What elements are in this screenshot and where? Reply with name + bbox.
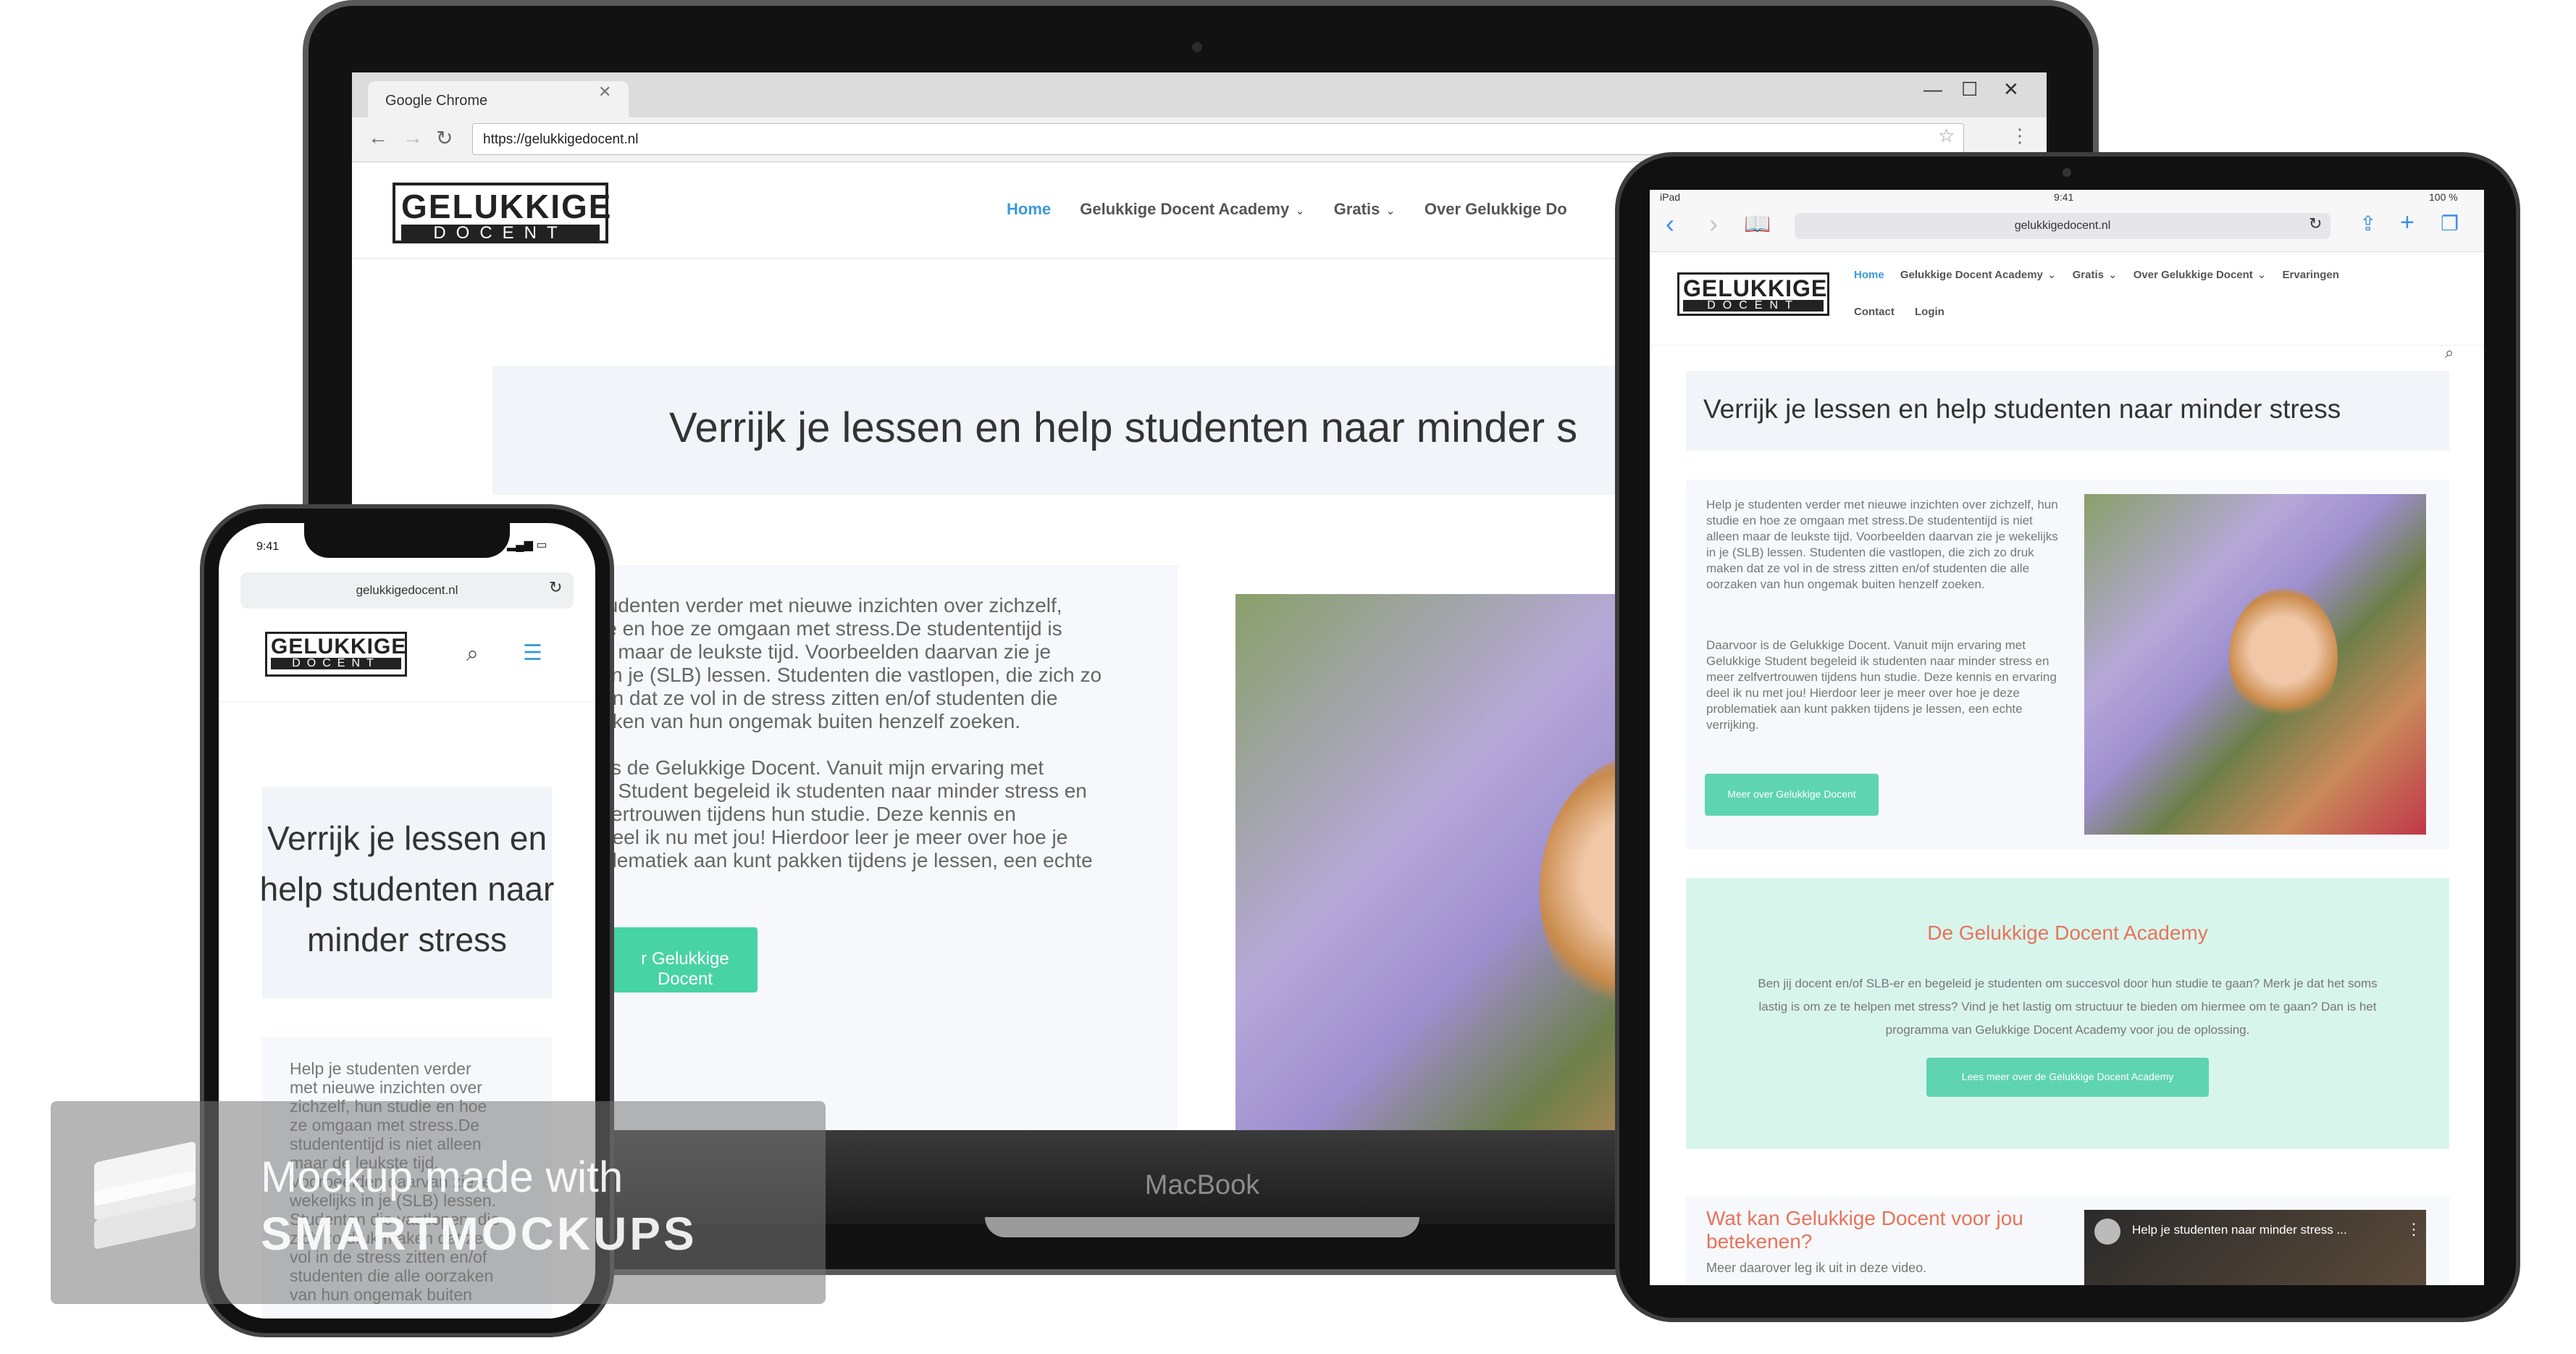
avatar	[2094, 1219, 2120, 1245]
macbook-notch	[985, 1217, 1419, 1237]
address-bar[interactable]: https://gelukkigedocent.nl	[472, 123, 1964, 155]
logo-line2: DOCENT	[1683, 300, 1824, 312]
header-divider	[1650, 345, 2484, 346]
hamburger-menu-icon[interactable]: ☰	[523, 640, 542, 666]
hero-banner: Verrijk je lessen en help studenten naar…	[260, 787, 554, 998]
macbook-label: MacBook	[1144, 1170, 1260, 1200]
site-logo[interactable]: GELUKKIGE DOCENT	[1677, 272, 1829, 316]
intro-text: tudenten verder met nieuwe inzichten ove…	[601, 594, 1102, 895]
watermark-line2: SMARTMOCKUPS	[261, 1208, 697, 1260]
nav-contact[interactable]: Contact	[1854, 306, 1895, 318]
bookmark-star-icon[interactable]: ☆	[1938, 125, 1955, 147]
minimize-icon[interactable]: —	[1923, 78, 1942, 101]
nav-over[interactable]: Over Gelukkige Do	[1425, 200, 1567, 218]
watermark: Mockup made with SMARTMOCKUPS	[51, 1101, 826, 1304]
status-time: 9:41	[256, 540, 280, 553]
layers-icon	[94, 1141, 196, 1253]
academy-title: De Gelukkige Docent Academy	[1927, 922, 2208, 944]
intro-paragraph-1: Help je studenten verder met nieuwe inzi…	[1706, 498, 2058, 591]
academy-button[interactable]: Lees meer over de Gelukkige Docent Acade…	[1926, 1058, 2209, 1097]
portrait-photo	[2084, 494, 2426, 835]
academy-text: Ben jij docent en/of SLB-er en begeleid …	[1758, 977, 2378, 1037]
close-tab-icon[interactable]: ✕	[598, 83, 611, 101]
search-icon[interactable]: ⌕	[2445, 343, 2454, 362]
hero-title: Verrijk je lessen en help studenten naar…	[259, 819, 555, 958]
maximize-icon[interactable]: ☐	[1961, 78, 1978, 101]
video-title: Help je studenten naar minder stress ...	[2132, 1223, 2347, 1237]
browser-tabbar: Google Chrome ✕ — ☐ ✕	[352, 72, 2047, 117]
watermark-line1: Mockup made with	[261, 1153, 624, 1201]
nav-home[interactable]: Home	[1007, 200, 1051, 218]
ipad-camera	[2063, 168, 2071, 177]
logo-line1: GELUKKIGE	[271, 635, 407, 659]
tabs-icon[interactable]: ❐	[2441, 212, 2459, 235]
menu-kebab-icon[interactable]: ⋮	[2010, 125, 2029, 147]
safari-toolbar: iPad 9:41 100 % ‹ › 📖 gelukkigedocent.nl…	[1650, 190, 2484, 252]
status-battery: 100 %	[2429, 191, 2458, 203]
bookmarks-icon[interactable]: 📖	[1744, 212, 1771, 237]
address-bar[interactable]: gelukkigedocent.nl	[240, 572, 574, 609]
chevron-down-icon: ⌄	[1295, 205, 1305, 217]
new-tab-icon[interactable]: +	[2400, 209, 2415, 237]
intro-paragraph-2: Daarvoor is de Gelukkige Docent. Vanuit …	[1706, 638, 2057, 732]
back-icon[interactable]: ‹	[1666, 209, 1674, 239]
reload-icon[interactable]: ↻	[436, 126, 453, 150]
nav-over[interactable]: Over Gelukkige Docent	[2134, 269, 2253, 281]
video-embed[interactable]: Help je studenten naar minder stress ...…	[2084, 1210, 2426, 1285]
logo-line1: GELUKKIGE	[1683, 275, 1828, 301]
intro-button[interactable]: r Gelukkige Docent	[613, 927, 758, 992]
forward-icon[interactable]: ›	[1709, 209, 1718, 239]
logo-line2: DOCENT	[401, 225, 600, 242]
hero-banner: Verrijk je lessen en help studenten naar…	[1686, 371, 2449, 451]
iphone-notch	[304, 523, 510, 558]
main-nav-row2: Contact Login	[1854, 306, 1944, 318]
face-shape	[2229, 588, 2338, 726]
more-icon[interactable]: ⋮	[2406, 1220, 2422, 1239]
video-heading: Wat kan Gelukkige Docent voor jou beteke…	[1706, 1207, 2023, 1253]
status-device: iPad	[1660, 191, 1681, 203]
address-bar[interactable]: gelukkigedocent.nl	[1795, 213, 2330, 239]
main-nav: Home Gelukkige Docent Academy ⌄ Gratis ⌄ O…	[1854, 268, 2339, 281]
status-time: 9:41	[2054, 191, 2074, 203]
close-window-icon[interactable]: ✕	[2003, 78, 2019, 101]
logo-line1: GELUKKIGE	[401, 188, 613, 225]
site-logo[interactable]: GELUKKIGE DOCENT	[265, 632, 407, 677]
nav-login[interactable]: Login	[1915, 306, 1944, 318]
chevron-down-icon: ⌄	[2257, 269, 2267, 281]
signal-battery-icon: ▂▄▆ ▭	[507, 539, 547, 551]
forward-icon[interactable]: →	[403, 126, 423, 149]
chevron-down-icon: ⌄	[1385, 205, 1396, 217]
reload-icon[interactable]: ↻	[2309, 214, 2322, 233]
tablet-screen: iPad 9:41 100 % ‹ › 📖 gelukkigedocent.nl…	[1650, 190, 2484, 1285]
nav-academy[interactable]: Gelukkige Docent Academy	[1080, 200, 1289, 218]
share-icon[interactable]: ⇪	[2359, 212, 2376, 235]
header-divider	[219, 701, 595, 702]
browser-tab[interactable]: Google Chrome	[368, 81, 629, 117]
video-subtext: Meer daarover leg ik uit in deze video.	[1706, 1261, 1927, 1275]
nav-home[interactable]: Home	[1854, 269, 1884, 281]
main-nav: Home Gelukkige Docent Academy ⌄ Gratis ⌄ O…	[1007, 200, 1567, 219]
nav-ervaringen[interactable]: Ervaringen	[2283, 269, 2339, 281]
logo-line2: DOCENT	[271, 658, 401, 669]
camera	[1192, 42, 1202, 52]
tab-title: Google Chrome	[385, 93, 488, 109]
reload-icon[interactable]: ↻	[549, 578, 562, 597]
site-logo[interactable]: GELUKKIGE DOCENT	[393, 183, 613, 243]
nav-gratis[interactable]: Gratis	[1334, 200, 1380, 218]
nav-gratis[interactable]: Gratis	[2073, 269, 2104, 281]
search-icon[interactable]: ⌕	[466, 642, 479, 666]
intro-button[interactable]: Meer over Gelukkige Docent	[1705, 774, 1879, 816]
chevron-down-icon: ⌄	[2047, 269, 2057, 281]
hero-title: Verrijk je lessen en help studenten naar…	[669, 404, 1578, 451]
hero-title: Verrijk je lessen en help studenten naar…	[1703, 394, 2341, 424]
chevron-down-icon: ⌄	[2107, 269, 2118, 281]
nav-academy[interactable]: Gelukkige Docent Academy	[1900, 269, 2043, 281]
back-icon[interactable]: ←	[368, 126, 388, 149]
